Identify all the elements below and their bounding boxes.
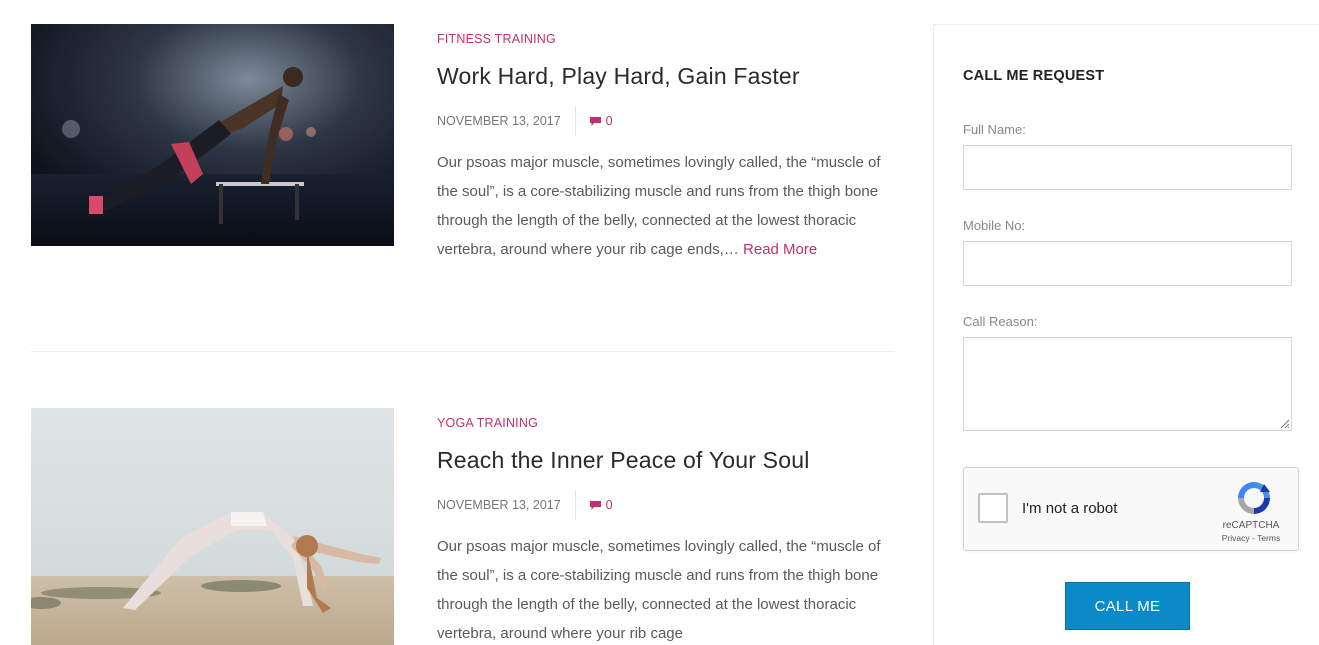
post-body: Yoga Training Reach the Inner Peace of Y… (437, 408, 893, 645)
widget-title: CALL ME REQUEST (963, 68, 1105, 84)
comment-icon (589, 116, 601, 126)
call-reason-field[interactable] (963, 337, 1292, 431)
mobile-field[interactable] (963, 241, 1292, 286)
post-title[interactable]: Reach the Inner Peace of Your Soul (437, 447, 893, 474)
recaptcha-links[interactable]: Privacy - Terms (1211, 533, 1291, 543)
recaptcha-logo-icon (1238, 482, 1270, 514)
post-date: NOVEMBER 13, 2017 (437, 106, 576, 136)
post-comments-link[interactable]: 0 (576, 114, 613, 128)
post-body: Fitness Training Work Hard, Play Hard, G… (437, 24, 893, 264)
recaptcha-checkbox[interactable] (978, 493, 1008, 523)
post-category-link[interactable]: Yoga Training (437, 416, 893, 430)
call-me-button[interactable]: CALL ME (1065, 582, 1190, 630)
post-thumbnail[interactable] (31, 24, 394, 246)
recaptcha-brand: reCAPTCHA (1222, 520, 1280, 531)
post-comments-link[interactable]: 0 (576, 498, 613, 512)
post-meta: NOVEMBER 13, 2017 0 (437, 490, 893, 520)
comment-count: 0 (605, 498, 613, 512)
post-date: NOVEMBER 13, 2017 (437, 490, 576, 520)
comment-icon (589, 500, 601, 510)
post-category-link[interactable]: Fitness Training (437, 32, 893, 46)
recaptcha-label: I'm not a robot (1022, 500, 1118, 517)
comment-count: 0 (605, 114, 613, 128)
full-name-label: Full Name: (963, 122, 1026, 137)
full-name-field[interactable] (963, 145, 1292, 190)
read-more-link[interactable]: Read More (743, 241, 817, 258)
recaptcha-widget: I'm not a robot reCAPTCHA Privacy - Term… (963, 467, 1299, 551)
post-title[interactable]: Work Hard, Play Hard, Gain Faster (437, 63, 893, 90)
post-excerpt-text: Our psoas major muscle, sometimes loving… (437, 538, 881, 642)
call-reason-wrapper (963, 337, 1292, 431)
call-me-request-widget: CALL ME REQUEST Full Name: Mobile No: Ca… (933, 24, 1319, 645)
post-divider (31, 351, 895, 352)
post-excerpt: Our psoas major muscle, sometimes loving… (437, 532, 893, 645)
call-reason-label: Call Reason: (963, 314, 1038, 329)
post-excerpt: Our psoas major muscle, sometimes loving… (437, 148, 893, 264)
resize-grip-icon[interactable] (1278, 417, 1290, 429)
post-thumbnail[interactable] (31, 408, 394, 645)
mobile-label: Mobile No: (963, 218, 1026, 233)
post-meta: NOVEMBER 13, 2017 0 (437, 106, 893, 136)
